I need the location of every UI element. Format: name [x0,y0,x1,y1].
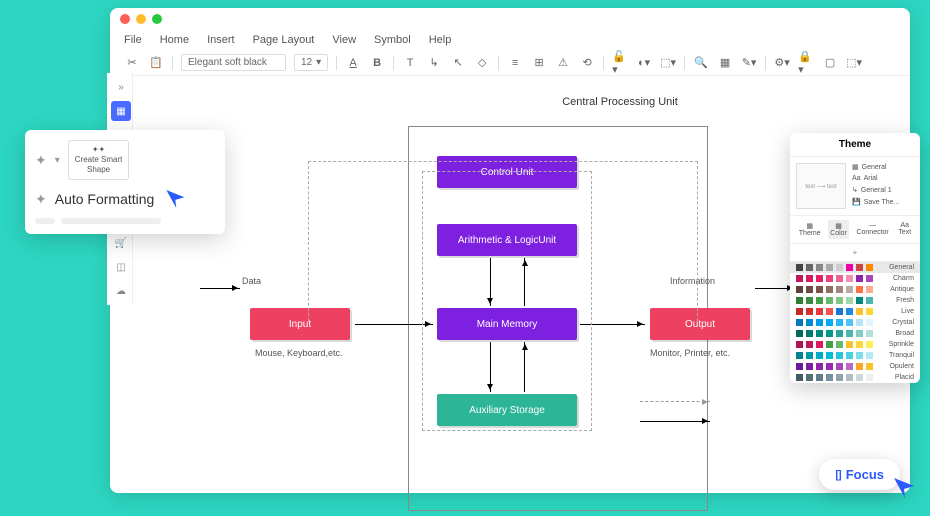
border-icon[interactable]: ▢ [822,55,838,71]
menu-help[interactable]: Help [429,34,452,46]
font-select[interactable]: Elegant soft black [181,54,286,71]
arrow-data-in [200,288,240,289]
palette-row-fresh[interactable]: Fresh [790,295,920,306]
sidebar-cart-icon[interactable]: 🛒 [111,233,131,253]
cut-icon[interactable]: ✂ [124,55,140,71]
menu-insert[interactable]: Insert [207,34,235,46]
palette-row-live[interactable]: Live [790,306,920,317]
opt-save[interactable]: 💾 Save The... [852,198,899,206]
more-icon[interactable]: ⬚▾ [846,55,862,71]
sidebar-shapes-icon[interactable]: ▦ [111,101,131,121]
titlebar [110,8,910,30]
palette-row-tranquil[interactable]: Tranquil [790,350,920,361]
top-dashed-border [308,161,698,321]
theme-preview[interactable]: text ⟶ text [796,163,846,209]
tab-text[interactable]: AaText [896,220,913,239]
distribute-icon[interactable]: ⊞ [531,55,547,71]
bold-icon[interactable]: B [369,55,385,71]
palette-row-broad[interactable]: Broad [790,328,920,339]
menubar: File Home Insert Page Layout View Symbol… [110,30,910,50]
palette-row-crystal[interactable]: Crystal [790,317,920,328]
connector-icon[interactable]: ↳ [426,55,442,71]
opt-font[interactable]: Aa Arial [852,175,899,182]
font-size-select[interactable]: 12▾ [294,54,328,71]
label-data: Data [242,276,261,286]
legend-solid-arrow [640,421,710,422]
maximize-dot[interactable] [152,14,162,24]
shadow-icon[interactable]: ◐▾ [636,55,652,71]
tab-connector[interactable]: —Connector [854,220,890,239]
palette-row-antique[interactable]: Antique [790,284,920,295]
font-color-icon[interactable]: A [345,55,361,71]
sparkle-icon-2: ✦ [35,191,47,208]
cursor-icon [166,190,184,208]
grid-icon[interactable]: ▦ [717,55,733,71]
sparkle-icon: ✦ [35,152,47,169]
theme-header: Theme [790,133,920,157]
palette-row-general[interactable]: General [790,262,920,273]
focus-button[interactable]: Focus [819,459,900,490]
tab-color[interactable]: ▦Color [828,220,849,239]
align-icon[interactable]: ≡ [507,55,523,71]
menu-home[interactable]: Home [160,34,189,46]
sidebar-cloud-icon[interactable]: ☁ [111,281,131,301]
label-output-sub: Monitor, Printer, etc. [650,348,730,358]
progress-indicator [35,218,215,224]
auto-format-callout: ✦ ▾ ✦✦ Create Smart Shape ✦ Auto Formatt… [25,130,225,234]
palette-row-sprinkle[interactable]: Sprinkle [790,339,920,350]
layers-icon[interactable]: ◇ [474,55,490,71]
text-tool-icon[interactable]: T [402,55,418,71]
sidebar-data-icon[interactable]: ◫ [111,257,131,277]
theme-panel: Theme text ⟶ text ▦ General Aa Arial ↳ G… [790,133,920,383]
diagram-title: Central Processing Unit [350,96,890,108]
toolbar: ✂ 📋 Elegant soft black 12▾ A B T ↳ ↖ ◇ ≡… [110,50,910,76]
lock-icon[interactable]: 🔒▾ [798,55,814,71]
palette-row-charm[interactable]: Charm [790,273,920,284]
pointer-icon[interactable]: ↖ [450,55,466,71]
menu-symbol[interactable]: Symbol [374,34,411,46]
fill-icon[interactable]: 🔓▾ [612,55,628,71]
label-input-sub: Mouse, Keyboard,etc. [255,348,343,358]
warning-icon[interactable]: ⚠ [555,55,571,71]
pen-icon[interactable]: ✎▾ [741,55,757,71]
rotate-icon[interactable]: ⟲ [579,55,595,71]
add-palette-button[interactable]: + [790,244,920,262]
create-smart-shape-button[interactable]: ✦✦ Create Smart Shape [68,140,130,180]
clipboard-icon[interactable]: 📋 [148,55,164,71]
opt-general1[interactable]: ↳ General 1 [852,186,899,194]
palette-row-opulent[interactable]: Opulent [790,361,920,372]
search-icon[interactable]: 🔍 [693,55,709,71]
settings-icon[interactable]: ⚙▾ [774,55,790,71]
auto-format-label: Auto Formatting [55,191,155,207]
opt-general[interactable]: ▦ General [852,163,899,171]
menu-view[interactable]: View [332,34,356,46]
crop-icon[interactable]: ⬚▾ [660,55,676,71]
arrow-info-out [755,288,795,289]
minimize-dot[interactable] [136,14,146,24]
close-dot[interactable] [120,14,130,24]
menu-page-layout[interactable]: Page Layout [253,34,315,46]
collapse-icon[interactable]: » [111,77,131,97]
menu-file[interactable]: File [124,34,142,46]
legend-dashed-arrow [640,401,710,402]
palette-row-placid[interactable]: Placid [790,372,920,383]
tab-theme[interactable]: ▦Theme [797,220,823,239]
